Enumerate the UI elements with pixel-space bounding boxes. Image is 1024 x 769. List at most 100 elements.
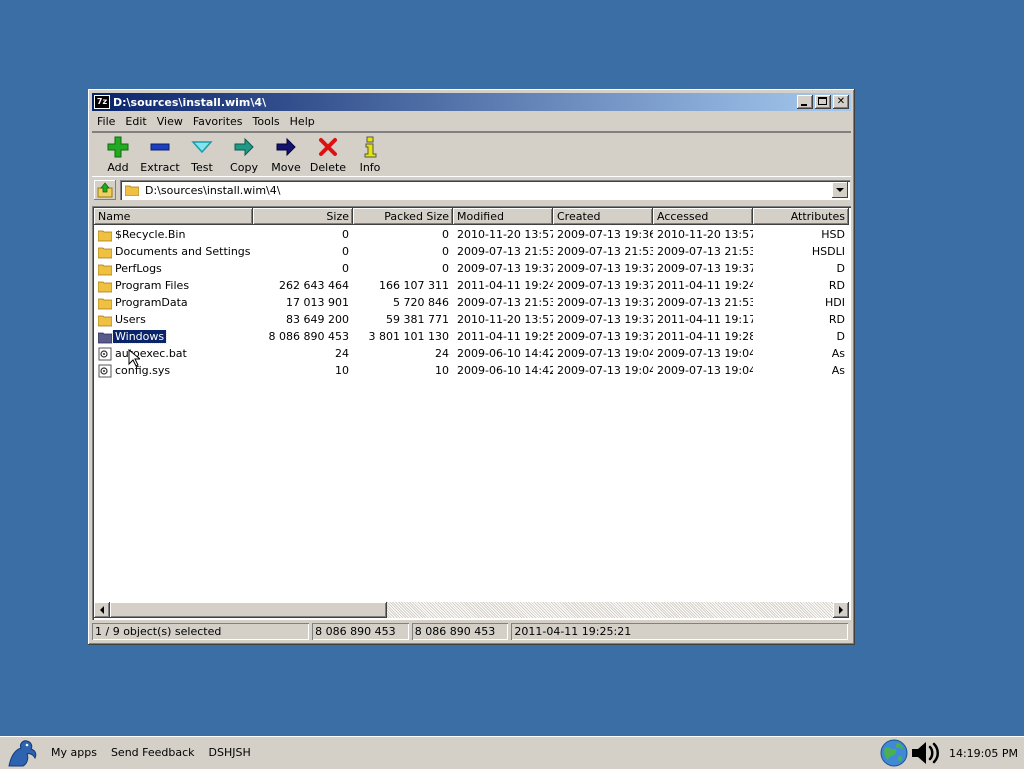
cell-packed-size: 5 720 846 bbox=[393, 296, 449, 309]
delete-icon bbox=[319, 138, 337, 156]
minimize-button[interactable] bbox=[797, 95, 813, 109]
column-accessed[interactable]: Accessed bbox=[653, 208, 753, 225]
folder-icon bbox=[125, 185, 139, 196]
list-header: Name Size Packed Size Modified Created A… bbox=[94, 208, 849, 225]
7zip-app-icon: 7z bbox=[94, 95, 110, 109]
scroll-right-button[interactable] bbox=[833, 602, 849, 618]
folder-icon bbox=[98, 315, 112, 326]
close-icon: ✕ bbox=[836, 96, 846, 107]
window-title: D:\sources\install.wim\4\ bbox=[113, 95, 267, 109]
cell-name: PerfLogs bbox=[94, 262, 253, 276]
table-row[interactable]: autoexec.bat 24 24 2009-06-10 14:42 2009-07-… bbox=[94, 345, 849, 362]
up-folder-button[interactable] bbox=[94, 180, 116, 200]
column-name[interactable]: Name bbox=[94, 208, 253, 225]
scrollbar-thumb[interactable] bbox=[110, 602, 387, 618]
copy-label: Copy bbox=[230, 161, 258, 174]
folder-icon bbox=[98, 264, 112, 275]
table-row[interactable]: Program Files 262 643 464 166 107 311 2011-… bbox=[94, 277, 849, 294]
column-packed-size[interactable]: Packed Size bbox=[353, 208, 453, 225]
menu-help[interactable]: Help bbox=[285, 115, 320, 128]
menu-tools[interactable]: Tools bbox=[248, 115, 285, 128]
cell-created: 2009-07-13 19:37 bbox=[557, 313, 653, 326]
globe-icon[interactable] bbox=[879, 738, 909, 768]
close-button[interactable]: ✕ bbox=[833, 95, 849, 109]
cell-size: 0 bbox=[342, 262, 349, 275]
cell-size: 8 086 890 453 bbox=[268, 330, 349, 343]
status-packed-size: 8 086 890 453 bbox=[412, 623, 509, 640]
cell-created: 2009-07-13 19:37 bbox=[557, 330, 653, 343]
volume-icon[interactable] bbox=[909, 738, 943, 768]
address-combobox[interactable]: D:\sources\install.wim\4\ bbox=[120, 180, 850, 200]
cell-packed-size: 166 107 311 bbox=[379, 279, 449, 292]
settings-file-icon bbox=[98, 347, 112, 360]
toolbar: Add Extract Test Copy Move Delete Info bbox=[92, 131, 851, 177]
table-row[interactable]: Documents and Settings 0 0 2009-07-13 21:53… bbox=[94, 243, 849, 260]
taskbar-dshjsh[interactable]: DSHJSH bbox=[202, 737, 258, 769]
cell-accessed: 2010-11-20 13:57 bbox=[657, 228, 753, 241]
test-icon bbox=[191, 141, 213, 154]
file-name: Windows bbox=[111, 329, 168, 344]
cell-name: $Recycle.Bin bbox=[94, 228, 253, 242]
info-button[interactable]: Info bbox=[349, 132, 391, 176]
scroll-left-button[interactable] bbox=[94, 602, 110, 618]
info-label: Info bbox=[359, 161, 381, 174]
table-row[interactable]: $Recycle.Bin 0 0 2010-11-20 13:57 2009-07-13… bbox=[94, 226, 849, 243]
copy-button[interactable]: Copy bbox=[223, 132, 265, 176]
cell-accessed: 2009-07-13 19:04 bbox=[657, 364, 753, 377]
cell-modified: 2009-06-10 14:42 bbox=[457, 364, 553, 377]
cell-packed-size: 3 801 101 130 bbox=[368, 330, 449, 343]
status-size: 8 086 890 453 bbox=[312, 623, 409, 640]
table-row[interactable]: Windows 8 086 890 453 3 801 101 130 2011-04… bbox=[94, 328, 849, 345]
file-list[interactable]: Name Size Packed Size Modified Created A… bbox=[92, 206, 851, 620]
cell-name: config.sys bbox=[94, 364, 253, 378]
cell-accessed: 2011-04-11 19:24 bbox=[657, 279, 753, 292]
start-button[interactable] bbox=[0, 737, 44, 769]
table-row[interactable]: config.sys 10 10 2009-06-10 14:42 2009-07-13… bbox=[94, 362, 849, 379]
address-path: D:\sources\install.wim\4\ bbox=[145, 183, 281, 197]
cell-name: Documents and Settings bbox=[94, 245, 253, 259]
address-dropdown-button[interactable] bbox=[832, 182, 848, 198]
file-manager-window: 7z D:\sources\install.wim\4\ ✕ File Edit… bbox=[88, 89, 855, 645]
column-created[interactable]: Created bbox=[553, 208, 653, 225]
status-modified: 2011-04-11 19:25:21 bbox=[511, 623, 848, 640]
cell-created: 2009-07-13 19:37 bbox=[557, 279, 653, 292]
move-button[interactable]: Move bbox=[265, 132, 307, 176]
cell-modified: 2011-04-11 19:25 bbox=[457, 330, 553, 343]
file-name: config.sys bbox=[115, 364, 171, 377]
cell-modified: 2009-06-10 14:42 bbox=[457, 347, 553, 360]
column-modified[interactable]: Modified bbox=[453, 208, 553, 225]
maximize-button[interactable] bbox=[815, 95, 831, 109]
table-row[interactable]: Users 83 649 200 59 381 771 2010-11-20 13:5… bbox=[94, 311, 849, 328]
cell-attributes: D bbox=[836, 330, 845, 343]
table-row[interactable]: ProgramData 17 013 901 5 720 846 2009-07-13… bbox=[94, 294, 849, 311]
test-button[interactable]: Test bbox=[181, 132, 223, 176]
cell-modified: 2009-07-13 19:37 bbox=[457, 262, 553, 275]
arrow-right-icon bbox=[839, 606, 843, 614]
menu-favorites[interactable]: Favorites bbox=[188, 115, 248, 128]
cell-modified: 2009-07-13 21:53 bbox=[457, 245, 553, 258]
clock: 14:19:05 PM bbox=[948, 746, 1018, 760]
taskbar-send-feedback[interactable]: Send Feedback bbox=[104, 737, 202, 769]
column-size[interactable]: Size bbox=[253, 208, 353, 225]
file-name: Program Files bbox=[115, 279, 190, 292]
menu-file[interactable]: File bbox=[92, 115, 120, 128]
column-attributes[interactable]: Attributes bbox=[753, 208, 849, 225]
move-label: Move bbox=[271, 161, 301, 174]
cell-size: 17 013 901 bbox=[286, 296, 349, 309]
add-label: Add bbox=[107, 161, 129, 174]
title-bar[interactable]: 7z D:\sources\install.wim\4\ ✕ bbox=[92, 93, 851, 111]
address-bar: D:\sources\install.wim\4\ bbox=[92, 178, 851, 202]
cell-modified: 2009-07-13 21:53 bbox=[457, 296, 553, 309]
cell-name: Users bbox=[94, 313, 253, 327]
horizontal-scrollbar[interactable] bbox=[94, 602, 849, 618]
table-row[interactable]: PerfLogs 0 0 2009-07-13 19:37 2009-07-13 19:… bbox=[94, 260, 849, 277]
folder-icon bbox=[98, 230, 112, 241]
menu-view[interactable]: View bbox=[152, 115, 188, 128]
delete-button[interactable]: Delete bbox=[307, 132, 349, 176]
menu-edit[interactable]: Edit bbox=[120, 115, 151, 128]
taskbar-my-apps[interactable]: My apps bbox=[44, 737, 104, 769]
chevron-down-icon bbox=[836, 188, 844, 192]
extract-button[interactable]: Extract bbox=[139, 132, 181, 176]
cell-packed-size: 24 bbox=[435, 347, 449, 360]
add-button[interactable]: Add bbox=[97, 132, 139, 176]
